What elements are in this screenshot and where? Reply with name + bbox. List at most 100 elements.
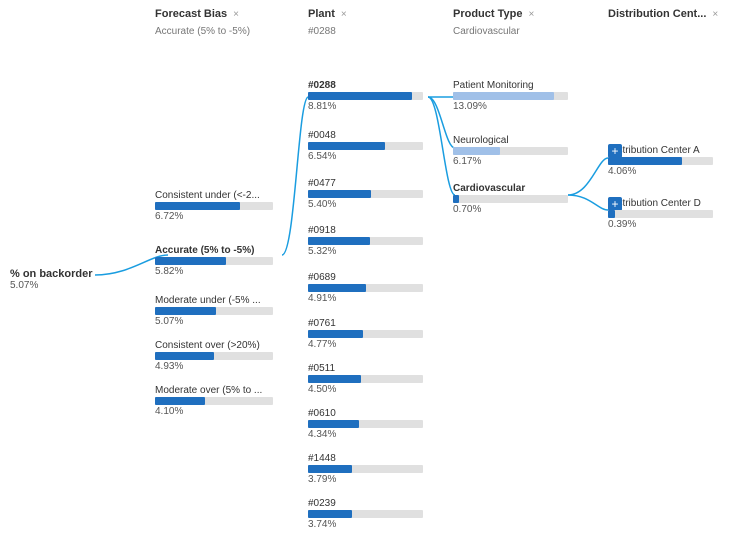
plant-label-5: #0761 — [308, 318, 423, 329]
forecast-bias-item-3[interactable]: Consistent over (>20%) 4.93% — [155, 340, 273, 372]
forecast-bias-item-2[interactable]: Moderate under (-5% ... 5.07% — [155, 295, 273, 327]
plant-value-1: 6.54% — [308, 151, 423, 162]
plant-bar-track-5 — [308, 330, 423, 338]
root-value: 5.07% — [10, 280, 93, 291]
plant-bar-track-0 — [308, 92, 423, 100]
fb-value-2: 5.07% — [155, 316, 273, 327]
product-type-subtitle: Cardiovascular — [453, 26, 520, 37]
plant-item-9[interactable]: #0239 3.74% — [308, 498, 423, 530]
fb-value-4: 4.10% — [155, 406, 273, 417]
forecast-bias-subtitle: Accurate (5% to -5%) — [155, 26, 250, 37]
plant-item-8[interactable]: #1448 3.79% — [308, 453, 423, 485]
root-label: % on backorder — [10, 268, 93, 280]
dc-value-1: 0.39% — [608, 219, 713, 230]
plant-value-5: 4.77% — [308, 339, 423, 350]
pt-label-1: Neurological — [453, 135, 568, 146]
forecast-bias-item-1[interactable]: Accurate (5% to -5%) 5.82% — [155, 245, 273, 277]
plant-label-1: #0048 — [308, 130, 423, 141]
forecast-bias-item-4[interactable]: Moderate over (5% to ... 4.10% — [155, 385, 273, 417]
plant-bar-track-4 — [308, 284, 423, 292]
plant-bar-fill-0 — [308, 92, 412, 100]
pt-bar-track-1 — [453, 147, 568, 155]
plant-value-3: 5.32% — [308, 246, 423, 257]
plant-label-7: #0610 — [308, 408, 423, 419]
plant-item-7[interactable]: #0610 4.34% — [308, 408, 423, 440]
fb-bar-fill-0 — [155, 202, 240, 210]
plant-value-2: 5.40% — [308, 199, 423, 210]
plant-bar-track-6 — [308, 375, 423, 383]
product-type-header: Product Type × — [453, 8, 534, 20]
plant-value-8: 3.79% — [308, 474, 423, 485]
fb-bar-fill-3 — [155, 352, 214, 360]
plant-bar-track-2 — [308, 190, 423, 198]
plant-bar-fill-9 — [308, 510, 352, 518]
product-type-item-2[interactable]: Cardiovascular 0.70% — [453, 183, 568, 215]
plant-label-4: #0689 — [308, 272, 423, 283]
fb-bar-track-3 — [155, 352, 273, 360]
fb-bar-track-1 — [155, 257, 273, 265]
plant-bar-fill-1 — [308, 142, 385, 150]
plant-label-8: #1448 — [308, 453, 423, 464]
plant-item-2[interactable]: #0477 5.40% — [308, 178, 423, 210]
plant-value-0: 8.81% — [308, 101, 423, 112]
fb-label-2: Moderate under (-5% ... — [155, 295, 273, 306]
distribution-close[interactable]: × — [712, 9, 718, 20]
plant-title: Plant — [308, 8, 335, 20]
dc-bar-track-0 — [608, 157, 713, 165]
product-type-item-0[interactable]: Patient Monitoring 13.09% — [453, 80, 568, 112]
pt-bar-fill-2 — [453, 195, 459, 203]
pt-label-0: Patient Monitoring — [453, 80, 568, 91]
product-type-close[interactable]: × — [528, 9, 534, 20]
fb-value-1: 5.82% — [155, 266, 273, 277]
dc-plus-1[interactable]: + — [608, 197, 622, 211]
plant-bar-track-1 — [308, 142, 423, 150]
plant-bar-track-8 — [308, 465, 423, 473]
pt-bar-track-0 — [453, 92, 568, 100]
plant-label-0: #0288 — [308, 80, 423, 91]
fb-label-4: Moderate over (5% to ... — [155, 385, 273, 396]
fb-label-0: Consistent under (<-2... — [155, 190, 273, 201]
product-type-title: Product Type — [453, 8, 522, 20]
plant-bar-fill-7 — [308, 420, 359, 428]
plant-bar-fill-2 — [308, 190, 371, 198]
plant-label-6: #0511 — [308, 363, 423, 374]
product-type-item-1[interactable]: Neurological 6.17% — [453, 135, 568, 167]
dc-bar-track-1 — [608, 210, 713, 218]
fb-bar-fill-4 — [155, 397, 205, 405]
plant-bar-fill-6 — [308, 375, 361, 383]
fb-value-0: 6.72% — [155, 211, 273, 222]
main-container: Forecast Bias × Accurate (5% to -5%) Pla… — [0, 0, 750, 560]
plant-bar-fill-3 — [308, 237, 370, 245]
plant-item-1[interactable]: #0048 6.54% — [308, 130, 423, 162]
distribution-item-0[interactable]: Distribution Center A + 4.06% — [608, 145, 713, 177]
plant-item-5[interactable]: #0761 4.77% — [308, 318, 423, 350]
distribution-header: Distribution Cent... × — [608, 8, 718, 20]
plant-value-9: 3.74% — [308, 519, 423, 530]
plant-item-4[interactable]: #0689 4.91% — [308, 272, 423, 304]
pt-bar-fill-1 — [453, 147, 500, 155]
dc-value-0: 4.06% — [608, 166, 713, 177]
fb-bar-track-2 — [155, 307, 273, 315]
plant-label-2: #0477 — [308, 178, 423, 189]
fb-bar-track-0 — [155, 202, 273, 210]
plant-close[interactable]: × — [341, 9, 347, 20]
plant-bar-fill-5 — [308, 330, 363, 338]
plant-bar-track-7 — [308, 420, 423, 428]
fb-label-3: Consistent over (>20%) — [155, 340, 273, 351]
forecast-bias-title: Forecast Bias — [155, 8, 227, 20]
forecast-bias-item-0[interactable]: Consistent under (<-2... 6.72% — [155, 190, 273, 222]
plant-item-3[interactable]: #0918 5.32% — [308, 225, 423, 257]
plant-item-0[interactable]: #0288 8.81% — [308, 80, 423, 112]
fb-bar-fill-1 — [155, 257, 226, 265]
plant-bar-track-9 — [308, 510, 423, 518]
pt-bar-fill-0 — [453, 92, 554, 100]
plant-value-6: 4.50% — [308, 384, 423, 395]
dc-plus-0[interactable]: + — [608, 144, 622, 158]
root-item[interactable]: % on backorder 5.07% — [10, 268, 93, 291]
distribution-item-1[interactable]: Distribution Center D + 0.39% — [608, 198, 713, 230]
forecast-bias-close[interactable]: × — [233, 9, 239, 20]
plant-subtitle: #0288 — [308, 26, 336, 37]
pt-bar-track-2 — [453, 195, 568, 203]
plant-item-6[interactable]: #0511 4.50% — [308, 363, 423, 395]
pt-value-0: 13.09% — [453, 101, 568, 112]
